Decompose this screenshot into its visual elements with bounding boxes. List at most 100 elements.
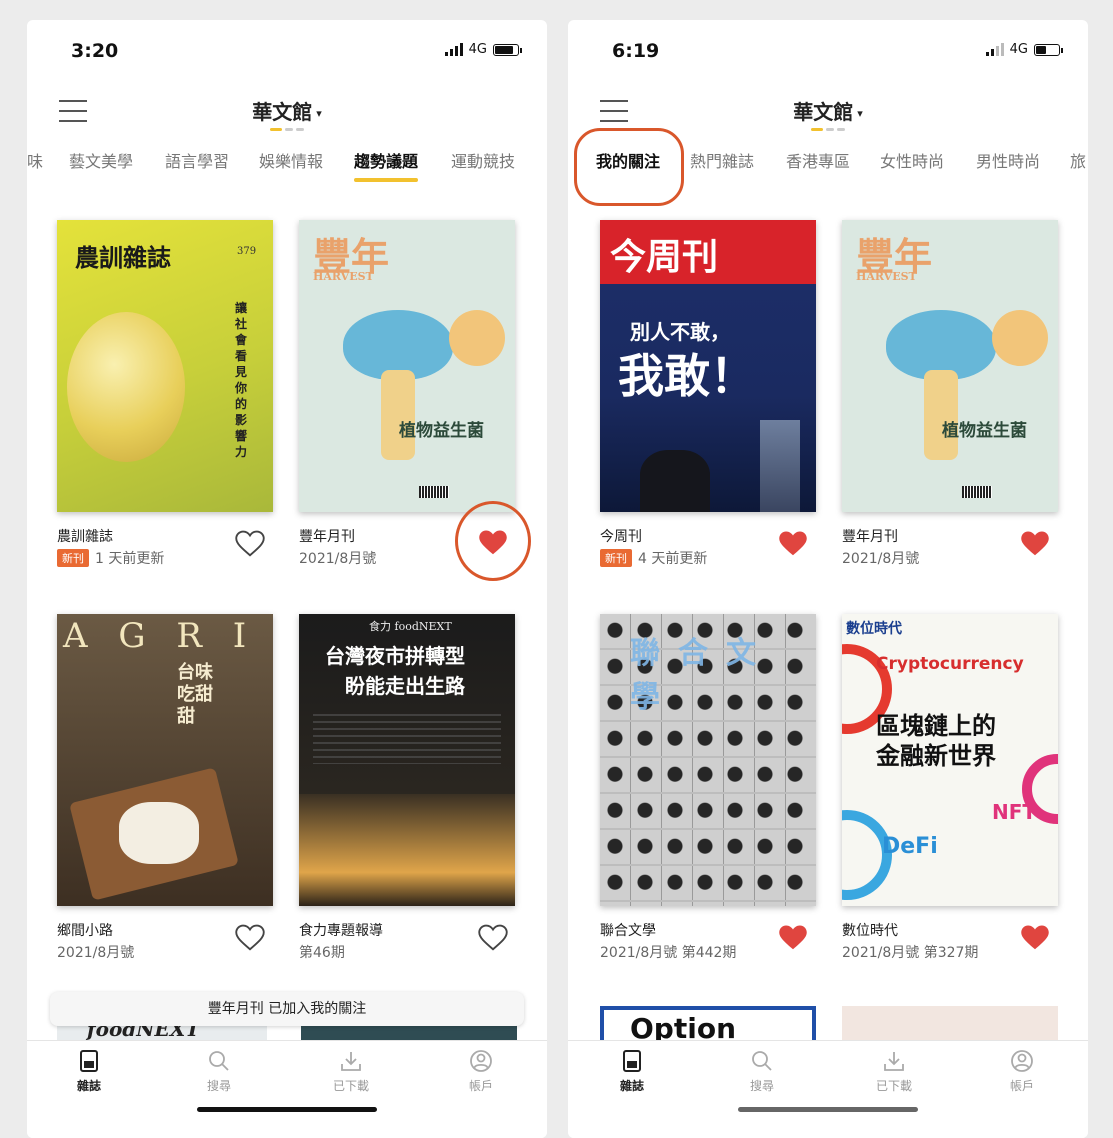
- peek-cover-text: Option: [630, 1012, 736, 1042]
- cover-headline: 讓社會看見你的影響力: [235, 301, 248, 459]
- tab-trends[interactable]: 趨勢議題: [354, 148, 419, 182]
- heart-outline-icon[interactable]: [235, 530, 265, 558]
- magazine-title: 聯合文學: [600, 923, 656, 939]
- account-icon: [1011, 1050, 1033, 1072]
- cover-subtitle: HARVEST: [313, 270, 374, 283]
- next-row-peek: Option: [600, 1006, 1060, 1042]
- library-title: 華文館: [252, 100, 313, 124]
- tab-entertainment[interactable]: 娛樂情報: [259, 148, 323, 182]
- bottom-nav: 雜誌 搜尋 已下載 帳戶: [27, 1040, 547, 1138]
- nav-account[interactable]: 帳戶: [441, 1049, 521, 1094]
- battery-icon: [493, 43, 522, 56]
- building-image: [760, 420, 800, 512]
- cover-headline: Cryptocurrency: [876, 654, 1024, 674]
- tab-sports[interactable]: 運動競技: [451, 148, 515, 182]
- tab-hong-kong[interactable]: 香港專區: [786, 148, 850, 182]
- status-time: 3:20: [71, 40, 119, 62]
- signal-icon: [985, 43, 1004, 56]
- heart-outline-icon[interactable]: [478, 924, 508, 952]
- barcode: [962, 486, 992, 498]
- magazine-subtitle: 2021/8月號: [299, 551, 377, 567]
- magazine-title: 今周刊: [600, 529, 642, 545]
- search-icon: [209, 1051, 229, 1071]
- tab-popular[interactable]: 熱門雜誌: [690, 148, 754, 182]
- tab-travel[interactable]: 旅: [1070, 148, 1086, 182]
- status-bar: 6:19 4G: [568, 20, 1088, 80]
- cover-subtitle: HARVEST: [856, 270, 917, 283]
- nav-search[interactable]: 搜尋: [722, 1049, 802, 1094]
- magazine-subtitle: 第46期: [299, 945, 345, 961]
- magazine-title: 鄉間小路: [57, 923, 113, 939]
- title-underline: [811, 128, 845, 131]
- update-text: 1 天前更新: [95, 551, 165, 567]
- magazine-title: 數位時代: [842, 923, 898, 939]
- search-icon: [752, 1051, 772, 1071]
- tab-my-follows[interactable]: 我的關注: [596, 148, 660, 182]
- magazine-icon: [80, 1050, 98, 1072]
- magazine-subtitle: 新刊 1 天前更新: [57, 548, 164, 568]
- magazine-subtitle: 新刊 4 天前更新: [600, 548, 707, 568]
- battery-icon: [1034, 43, 1063, 56]
- decor-circle: [992, 310, 1048, 366]
- magazine-cover[interactable]: 聯合文學: [600, 614, 816, 906]
- heart-outline-icon[interactable]: [235, 924, 265, 952]
- nav-label: 雜誌: [619, 1079, 644, 1093]
- cover-title: 聯合文學: [630, 636, 774, 715]
- cover-headline-2: 盼能走出生路: [345, 674, 465, 698]
- nav-search[interactable]: 搜尋: [179, 1049, 259, 1094]
- tab-women-fashion[interactable]: 女性時尚: [880, 148, 944, 182]
- magazine-cover[interactable]: 豐年 HARVEST 植物益生菌: [842, 220, 1058, 512]
- nav-magazines[interactable]: 雜誌: [49, 1049, 129, 1094]
- cover-headline: 植物益生菌: [399, 421, 484, 441]
- magazine-title: 農訓雜誌: [57, 529, 113, 545]
- magazine-cover[interactable]: 豐年 HARVEST 植物益生菌: [299, 220, 515, 512]
- magazine-cover[interactable]: 農訓雜誌 379 讓社會看見你的影響力: [57, 220, 273, 512]
- magazine-title: 豐年月刊: [299, 529, 355, 545]
- cover-headline-2: 我敢！: [618, 349, 756, 403]
- signal-icon: [444, 43, 463, 56]
- library-selector[interactable]: 華文館 ▾: [568, 96, 1088, 125]
- nav-account[interactable]: 帳戶: [982, 1049, 1062, 1094]
- barcode: [419, 486, 449, 498]
- heart-filled-icon[interactable]: [1020, 924, 1050, 952]
- heart-filled-icon[interactable]: [778, 530, 808, 558]
- account-icon: [470, 1050, 492, 1072]
- nav-downloaded[interactable]: 已下載: [311, 1049, 391, 1094]
- phone-screen-right: 6:19 4G 華文館 ▾ 我的關注 熱門雜誌 香港專區 女性時尚 男性時尚 旅 …: [568, 20, 1088, 1138]
- magazine-title: 豐年月刊: [842, 529, 898, 545]
- magazine-cover[interactable]: 數位時代 Cryptocurrency 區塊鏈上的 金融新世界 DeFi NFT: [842, 614, 1058, 906]
- library-title: 華文館: [793, 100, 854, 124]
- chevron-down-icon: ▾: [857, 107, 863, 120]
- decor-circle: [449, 310, 505, 366]
- new-badge: 新刊: [600, 549, 632, 567]
- download-icon: [341, 1052, 361, 1071]
- magazine-cover[interactable]: 今周刊 別人不敢， 我敢！: [600, 220, 816, 512]
- status-time: 6:19: [612, 40, 660, 62]
- heart-filled-icon[interactable]: [478, 529, 508, 557]
- home-indicator: [197, 1107, 377, 1112]
- nav-magazines[interactable]: 雜誌: [592, 1049, 672, 1094]
- nav-label: 搜尋: [206, 1079, 231, 1093]
- magazine-cover[interactable]: A G R I 台味吃甜甜: [57, 614, 273, 906]
- magazine-subtitle: 2021/8月號: [842, 551, 920, 567]
- download-icon: [884, 1052, 904, 1071]
- library-selector[interactable]: 華文館 ▾: [27, 96, 547, 125]
- cover-brand: 食力 foodNEXT: [369, 620, 452, 633]
- portrait-image: [640, 450, 710, 512]
- update-text: 4 天前更新: [638, 551, 708, 567]
- tab-men-fashion[interactable]: 男性時尚: [976, 148, 1040, 182]
- heart-filled-icon[interactable]: [1020, 530, 1050, 558]
- magazine-cover[interactable]: 食力 foodNEXT 台灣夜市拼轉型 盼能走出生路: [299, 614, 515, 906]
- magazine-title: 食力專題報導: [299, 923, 383, 939]
- tab-taste[interactable]: 味: [27, 148, 43, 182]
- cover-headline-4: DeFi: [882, 834, 938, 859]
- heart-filled-icon[interactable]: [778, 924, 808, 952]
- plate-image: [119, 802, 199, 864]
- tree-trunk: [924, 370, 958, 460]
- magazine-icon: [623, 1050, 641, 1072]
- pear-image: [67, 312, 185, 462]
- tab-arts[interactable]: 藝文美學: [69, 148, 133, 182]
- nav-downloaded[interactable]: 已下載: [854, 1049, 934, 1094]
- tab-language[interactable]: 語言學習: [165, 148, 229, 182]
- cover-title: 數位時代: [846, 621, 902, 637]
